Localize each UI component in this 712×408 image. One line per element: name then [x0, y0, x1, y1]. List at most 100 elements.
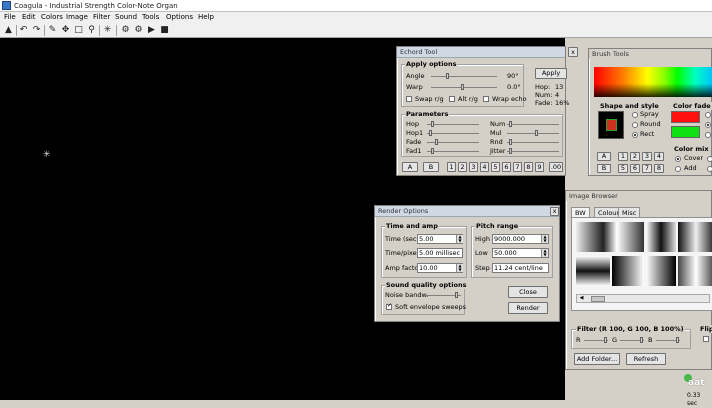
- brush-preset-5[interactable]: 5: [618, 164, 628, 173]
- warp-slider[interactable]: [431, 84, 497, 90]
- menu-file[interactable]: File: [4, 12, 16, 23]
- menu-colors[interactable]: Colors: [41, 12, 63, 23]
- filter-b-slider[interactable]: [656, 337, 680, 343]
- flip-checkbox[interactable]: [703, 336, 709, 342]
- swap-rg-checkbox[interactable]: [406, 96, 412, 102]
- preset-7-button[interactable]: 7: [513, 162, 522, 172]
- brush-preset-1[interactable]: 1: [618, 152, 628, 161]
- preset-8-button[interactable]: 8: [524, 162, 533, 172]
- scrollbar-thumb[interactable]: [591, 296, 605, 302]
- param-fad1-thumb[interactable]: [431, 148, 434, 154]
- bw-thumbnail[interactable]: [612, 256, 644, 286]
- rect-radio[interactable]: [632, 132, 638, 138]
- time-sec-spinner[interactable]: ▲ ▼: [456, 235, 463, 243]
- render-close-x-button[interactable]: x: [550, 207, 559, 216]
- param-mul-thumb[interactable]: [535, 130, 538, 136]
- settings-icon[interactable]: ⚙: [120, 25, 131, 36]
- high-spinner[interactable]: ▲ ▼: [541, 235, 548, 243]
- brush-preset-b[interactable]: B: [597, 164, 611, 173]
- preset-b-button[interactable]: B: [423, 162, 439, 172]
- preset-00-button[interactable]: .00: [549, 162, 563, 172]
- menu-tools[interactable]: Tools: [142, 12, 159, 23]
- move-icon[interactable]: ✥: [60, 25, 71, 36]
- low-spinner[interactable]: ▲ ▼: [541, 249, 548, 257]
- bw-thumbnail[interactable]: [678, 256, 712, 286]
- brush-preset-6[interactable]: 6: [630, 164, 640, 173]
- preset-6-button[interactable]: 6: [502, 162, 511, 172]
- preset-2-button[interactable]: 2: [458, 162, 467, 172]
- filter-g-thumb[interactable]: [640, 337, 643, 343]
- alt-rg-checkbox[interactable]: [449, 96, 455, 102]
- fade-color-green[interactable]: [671, 126, 700, 138]
- brush-preset-4[interactable]: 4: [654, 152, 664, 161]
- menu-edit[interactable]: Edit: [22, 12, 36, 23]
- pencil-icon[interactable]: ✎: [47, 25, 58, 36]
- param-rnd-slider[interactable]: [507, 139, 559, 145]
- bw-thumbnail[interactable]: [646, 256, 676, 286]
- noise-bandwidth-thumb[interactable]: [455, 292, 458, 298]
- param-num-slider[interactable]: [507, 121, 559, 127]
- param-mul-slider[interactable]: [507, 130, 559, 136]
- bw-thumbnail[interactable]: [576, 222, 644, 252]
- redo-icon[interactable]: ↷: [31, 25, 42, 36]
- filter-b-thumb[interactable]: [676, 337, 679, 343]
- brush-preset-3[interactable]: 3: [642, 152, 652, 161]
- menu-sound[interactable]: Sound: [115, 12, 137, 23]
- angle-slider[interactable]: [431, 73, 497, 79]
- param-num-thumb[interactable]: [509, 121, 512, 127]
- render-button[interactable]: Render: [508, 302, 548, 314]
- thumbnail-scrollbar[interactable]: ◀: [576, 294, 710, 303]
- wrap-echo-checkbox[interactable]: [483, 96, 489, 102]
- param-rnd-thumb[interactable]: [509, 139, 512, 145]
- preset-9-button[interactable]: 9: [535, 162, 544, 172]
- filter-g-slider[interactable]: [620, 337, 644, 343]
- mix-radio-4[interactable]: [707, 166, 712, 172]
- param-fad1-slider[interactable]: [427, 148, 479, 154]
- spray-radio[interactable]: [632, 112, 638, 118]
- preset-4-button[interactable]: 4: [480, 162, 489, 172]
- color-palette[interactable]: [594, 67, 712, 97]
- scroll-left-icon[interactable]: ◀: [577, 295, 586, 302]
- play-icon[interactable]: ▶: [146, 25, 157, 36]
- zoom-icon[interactable]: ⚲: [86, 25, 97, 36]
- bw-thumbnail[interactable]: [678, 222, 712, 252]
- time-pixel-field[interactable]: 5.00 millisec: [417, 248, 463, 258]
- param-hop-slider[interactable]: [427, 121, 479, 127]
- preset-5-button[interactable]: 5: [491, 162, 500, 172]
- apply-button[interactable]: Apply: [535, 68, 567, 79]
- param-jitter-slider[interactable]: [507, 148, 559, 154]
- preset-a-button[interactable]: A: [402, 162, 418, 172]
- crop-icon[interactable]: □: [73, 25, 84, 36]
- param-hop1-slider[interactable]: [427, 130, 479, 136]
- mix-radio-3[interactable]: [707, 156, 712, 162]
- echord-close-button[interactable]: x: [568, 47, 578, 57]
- menu-image[interactable]: Image: [66, 12, 88, 23]
- param-hop1-thumb[interactable]: [429, 130, 432, 136]
- round-radio[interactable]: [632, 122, 638, 128]
- brush-preset-2[interactable]: 2: [630, 152, 640, 161]
- param-hop-thumb[interactable]: [431, 121, 434, 127]
- param-fade-slider[interactable]: [427, 139, 479, 145]
- undo-icon[interactable]: ↶: [18, 25, 29, 36]
- preset-3-button[interactable]: 3: [469, 162, 478, 172]
- menu-options[interactable]: Options: [166, 12, 193, 23]
- spray-icon[interactable]: ✳: [102, 25, 113, 36]
- preset-1-button[interactable]: 1: [447, 162, 456, 172]
- brush-preset-7[interactable]: 7: [642, 164, 652, 173]
- param-jitter-thumb[interactable]: [509, 148, 512, 154]
- bw-thumbnail[interactable]: [576, 256, 610, 286]
- save-icon[interactable]: ▲: [3, 25, 14, 36]
- add-folder-button[interactable]: Add Folder...: [574, 353, 620, 365]
- menu-help[interactable]: Help: [198, 12, 214, 23]
- fade-radio-3[interactable]: [705, 132, 711, 138]
- filter-r-thumb[interactable]: [604, 337, 607, 343]
- stop-icon[interactable]: ■: [159, 25, 170, 36]
- add-radio[interactable]: [675, 166, 681, 172]
- param-fade-thumb[interactable]: [435, 139, 438, 145]
- cover-radio[interactable]: [675, 156, 681, 162]
- close-button[interactable]: Close: [508, 286, 548, 298]
- menu-filter[interactable]: Filter: [93, 12, 110, 23]
- fade-color-red[interactable]: [671, 111, 700, 123]
- brush-preset-8[interactable]: 8: [654, 164, 664, 173]
- warp-slider-thumb[interactable]: [461, 84, 464, 90]
